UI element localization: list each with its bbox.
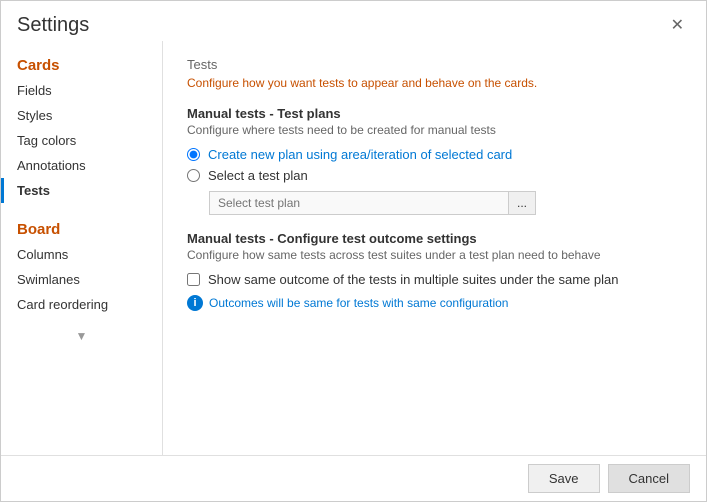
sidebar-item-swimlanes[interactable]: Swimlanes <box>1 267 162 292</box>
radio-select-plan-label: Select a test plan <box>208 168 308 183</box>
sidebar-section-board: Board <box>1 213 162 242</box>
title-bar: Settings ✕ <box>1 1 706 41</box>
settings-dialog: Settings ✕ Cards Fields Styles Tag color… <box>0 0 707 502</box>
test-plan-input-row: ... <box>209 191 682 215</box>
checkbox-row-outcome[interactable]: Show same outcome of the tests in multip… <box>187 272 682 287</box>
sidebar-item-tests[interactable]: Tests <box>1 178 162 203</box>
outcome-checkbox-label: Show same outcome of the tests in multip… <box>208 272 618 287</box>
sidebar-item-tag-colors[interactable]: Tag colors <box>1 128 162 153</box>
dialog-body: Cards Fields Styles Tag colors Annotatio… <box>1 41 706 455</box>
info-icon: i <box>187 295 203 311</box>
close-button[interactable]: ✕ <box>665 13 690 37</box>
cancel-button[interactable]: Cancel <box>608 464 690 493</box>
manual-tests-desc: Configure where tests need to be created… <box>187 123 682 137</box>
outcome-checkbox[interactable] <box>187 273 200 286</box>
sidebar-item-columns[interactable]: Columns <box>1 242 162 267</box>
dialog-footer: Save Cancel <box>1 455 706 501</box>
radio-option-create-plan[interactable]: Create new plan using area/iteration of … <box>187 147 682 162</box>
radio-group-test-plans: Create new plan using area/iteration of … <box>187 147 682 183</box>
sidebar-item-styles[interactable]: Styles <box>1 103 162 128</box>
section-description: Configure how you want tests to appear a… <box>187 76 682 90</box>
outcome-desc: Configure how same tests across test sui… <box>187 248 682 262</box>
scroll-down-icon[interactable]: ▼ <box>76 329 88 343</box>
info-text: Outcomes will be same for tests with sam… <box>209 296 508 310</box>
sidebar-item-fields[interactable]: Fields <box>1 78 162 103</box>
sidebar-item-card-reordering[interactable]: Card reordering <box>1 292 162 317</box>
radio-select-plan-input[interactable] <box>187 169 200 182</box>
info-row: i Outcomes will be same for tests with s… <box>187 295 682 311</box>
main-content: Tests Configure how you want tests to ap… <box>163 41 706 455</box>
radio-option-select-plan[interactable]: Select a test plan <box>187 168 682 183</box>
section-title: Tests <box>187 57 682 72</box>
outcome-title: Manual tests - Configure test outcome se… <box>187 231 682 246</box>
save-button[interactable]: Save <box>528 464 600 493</box>
test-plan-browse-button[interactable]: ... <box>509 191 536 215</box>
sidebar-section-cards: Cards <box>1 49 162 78</box>
radio-create-plan-label: Create new plan using area/iteration of … <box>208 147 512 162</box>
sidebar: Cards Fields Styles Tag colors Annotatio… <box>1 41 163 455</box>
outcome-section: Manual tests - Configure test outcome se… <box>187 231 682 311</box>
dialog-title: Settings <box>17 14 89 37</box>
radio-create-plan-input[interactable] <box>187 148 200 161</box>
test-plan-input[interactable] <box>209 191 509 215</box>
manual-tests-title: Manual tests - Test plans <box>187 106 682 121</box>
sidebar-item-annotations[interactable]: Annotations <box>1 153 162 178</box>
